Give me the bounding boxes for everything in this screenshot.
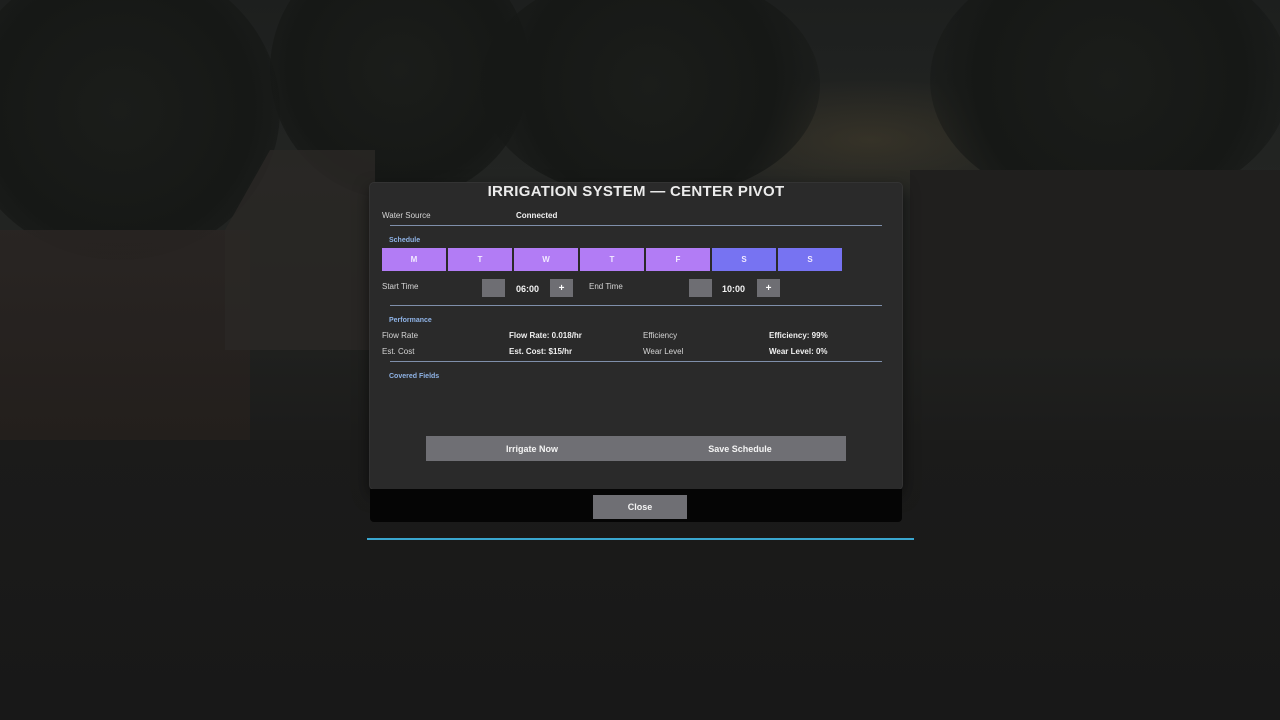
start-time-decrement-button[interactable] bbox=[482, 279, 505, 297]
barn-building bbox=[0, 230, 250, 450]
performance-section-label: Performance bbox=[389, 317, 432, 324]
end-time-label: End Time bbox=[589, 282, 623, 291]
est-cost-value: Est. Cost: $15/hr bbox=[509, 347, 573, 356]
flow-rate-value: Flow Rate: 0.018/hr bbox=[509, 331, 582, 340]
start-time-label: Start Time bbox=[382, 282, 419, 291]
day-toggle-tuesday[interactable]: T bbox=[448, 248, 512, 271]
schedule-section-label: Schedule bbox=[389, 237, 421, 244]
tree-silhouette bbox=[480, 0, 820, 200]
divider bbox=[390, 225, 882, 226]
water-source-label: Water Source bbox=[382, 211, 431, 220]
flow-rate-label: Flow Rate bbox=[382, 331, 419, 340]
divider bbox=[390, 305, 882, 306]
accent-line bbox=[367, 538, 914, 540]
wear-level-label: Wear Level bbox=[643, 347, 684, 356]
close-button[interactable]: Close bbox=[593, 495, 687, 519]
day-toggle-sunday[interactable]: S bbox=[778, 248, 842, 271]
day-toggle-saturday[interactable]: S bbox=[712, 248, 776, 271]
est-cost-label: Est. Cost bbox=[382, 347, 415, 356]
day-toggle-thursday[interactable]: T bbox=[580, 248, 644, 271]
efficiency-label: Efficiency bbox=[643, 331, 678, 340]
day-toggle-friday[interactable]: F bbox=[646, 248, 710, 271]
water-source-value: Connected bbox=[516, 211, 558, 220]
day-toggle-wednesday[interactable]: W bbox=[514, 248, 578, 271]
start-time-increment-button[interactable]: + bbox=[550, 279, 573, 297]
farm-building bbox=[910, 170, 1280, 350]
end-time-decrement-button[interactable] bbox=[689, 279, 712, 297]
day-toggle-monday[interactable]: M bbox=[382, 248, 446, 271]
wear-level-value: Wear Level: 0% bbox=[769, 347, 828, 356]
save-schedule-button[interactable]: Save Schedule bbox=[634, 436, 846, 461]
efficiency-value: Efficiency: 99% bbox=[769, 331, 828, 340]
divider bbox=[390, 361, 882, 362]
end-time-increment-button[interactable]: + bbox=[757, 279, 780, 297]
dialog-title: IRRIGATION SYSTEM — CENTER PIVOT bbox=[487, 183, 785, 200]
irrigate-now-button[interactable]: Irrigate Now bbox=[426, 436, 638, 461]
covered-fields-section-label: Covered Fields bbox=[389, 373, 440, 380]
end-time-value: 10:00 bbox=[722, 284, 746, 294]
start-time-value: 06:00 bbox=[516, 284, 540, 294]
